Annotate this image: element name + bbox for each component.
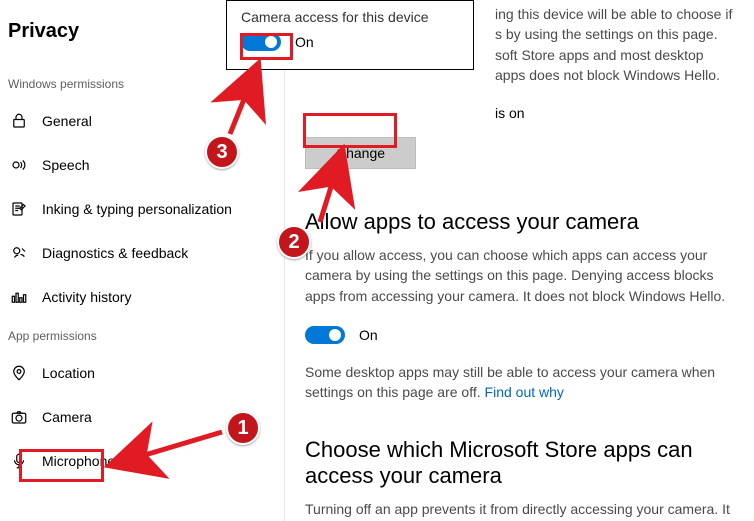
- step-badge-2: 2: [277, 225, 311, 259]
- annotation-arrows: [0, 0, 754, 521]
- step-badge-1: 1: [226, 411, 260, 445]
- step-badge-3: 3: [205, 135, 239, 169]
